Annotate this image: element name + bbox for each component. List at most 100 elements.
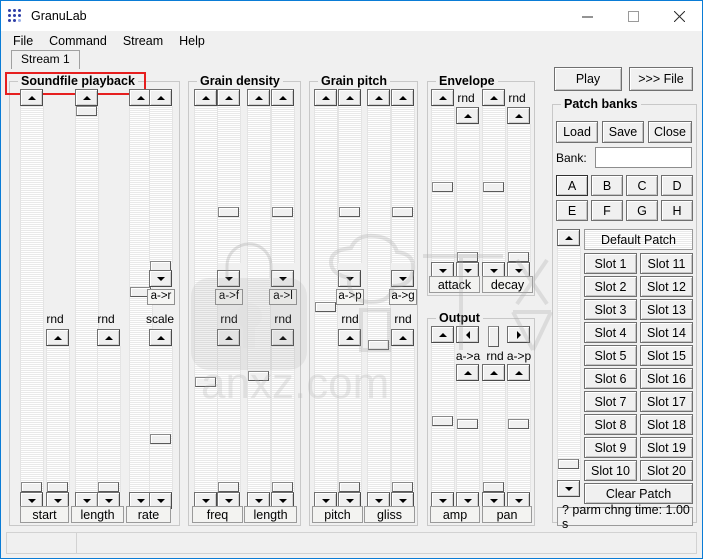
slider-pan-horizontal-thumb[interactable] <box>488 326 499 347</box>
slider-rate-scale-upper-track[interactable] <box>149 106 173 263</box>
bank-letter-b[interactable]: B <box>591 175 623 196</box>
bank-letter-e[interactable]: E <box>556 200 588 221</box>
slider-pitch-mod-upper-track[interactable] <box>338 106 362 263</box>
slider-freq-rnd-up-arrow[interactable] <box>217 329 240 346</box>
slider-amp-main-up-arrow[interactable] <box>431 326 454 343</box>
slider-gliss-mod-up-arrow[interactable] <box>391 89 414 106</box>
slider-freq-main-up-arrow[interactable] <box>194 89 217 106</box>
slider-glength-mod-upper[interactable] <box>271 89 295 287</box>
slider-pitch-mod-down-arrow[interactable] <box>338 270 361 287</box>
maximize-icon[interactable] <box>610 1 656 31</box>
slider-attack-main[interactable] <box>431 89 455 279</box>
slider-glength-main-track[interactable] <box>247 106 271 492</box>
slider-decay-main[interactable] <box>482 89 506 279</box>
slider-length-main-up-arrow[interactable] <box>75 89 98 106</box>
slider-length-main-track[interactable] <box>75 106 99 492</box>
slider-pitch-rnd-track[interactable] <box>338 346 362 492</box>
slot-button-15[interactable]: Slot 15 <box>640 345 693 366</box>
slider-decay-rnd-thumb[interactable] <box>508 252 529 262</box>
slot-button-16[interactable]: Slot 16 <box>640 368 693 389</box>
slider-freq-mod-upper-track[interactable] <box>217 106 241 263</box>
slider-gliss-mod-upper-thumb[interactable] <box>392 207 413 217</box>
slider-rate-scale-track[interactable] <box>149 346 173 492</box>
slot-button-14[interactable]: Slot 14 <box>640 322 693 343</box>
slider-amp-mod[interactable] <box>456 364 480 509</box>
slider-gliss-main-thumb[interactable] <box>368 340 389 350</box>
slider-freq-mod-up-arrow[interactable] <box>217 89 240 106</box>
slider-freq-mod-down-arrow[interactable] <box>217 270 240 287</box>
menu-help[interactable]: Help <box>171 32 213 50</box>
slider-start-main-up-arrow[interactable] <box>20 89 43 106</box>
slider-freq-mod-upper-thumb[interactable] <box>218 207 239 217</box>
slider-amp-main-thumb[interactable] <box>432 416 453 426</box>
slot-button-17[interactable]: Slot 17 <box>640 391 693 412</box>
bank-letter-h[interactable]: H <box>661 200 693 221</box>
menu-command[interactable]: Command <box>41 32 115 50</box>
slider-start-rnd-thumb[interactable] <box>47 482 68 492</box>
slider-attack-rnd[interactable] <box>456 107 480 279</box>
slot-button-1[interactable]: Slot 1 <box>584 253 637 274</box>
slider-rate-scale-upper[interactable] <box>149 89 173 287</box>
slider-start-rnd[interactable] <box>46 329 70 509</box>
slider-pan-rnd-track[interactable] <box>482 381 506 492</box>
slider-gliss-main-up-arrow[interactable] <box>367 89 390 106</box>
slot-button-9[interactable]: Slot 9 <box>584 437 637 458</box>
slider-gliss-main[interactable] <box>367 89 391 509</box>
slot-button-12[interactable]: Slot 12 <box>640 276 693 297</box>
slider-freq-rnd-track[interactable] <box>217 346 241 492</box>
slider-gliss-mod-down-arrow[interactable] <box>391 270 414 287</box>
slider-pan-rnd-up-arrow[interactable] <box>482 364 505 381</box>
slider-freq-main-thumb[interactable] <box>195 377 216 387</box>
patch-list-scroll-thumb[interactable] <box>558 459 579 469</box>
mapping-field-a-to-f[interactable]: a->f <box>215 289 243 305</box>
slider-glength-main[interactable] <box>247 89 271 509</box>
file-button[interactable]: >>> File <box>629 67 693 91</box>
close-button[interactable]: Close <box>648 121 692 143</box>
patch-list-scroll-up-arrow[interactable] <box>557 229 580 246</box>
slider-pan-rnd-thumb[interactable] <box>483 482 504 492</box>
slider-gliss-rnd[interactable] <box>391 329 415 509</box>
slider-freq-rnd[interactable] <box>217 329 241 509</box>
slider-pan-rnd[interactable] <box>482 364 506 509</box>
slider-pan-right-arrow[interactable] <box>507 326 530 343</box>
slider-gliss-rnd-up-arrow[interactable] <box>391 329 414 346</box>
slider-glength-rnd-thumb[interactable] <box>272 482 293 492</box>
slider-gliss-mod-upper[interactable] <box>391 89 415 287</box>
menu-file[interactable]: File <box>5 32 41 50</box>
bank-letter-c[interactable]: C <box>626 175 658 196</box>
slot-button-19[interactable]: Slot 19 <box>640 437 693 458</box>
slider-length-rnd-thumb[interactable] <box>98 482 119 492</box>
slider-rate-scale[interactable] <box>149 329 173 509</box>
slider-start-rnd-up-arrow[interactable] <box>46 329 69 346</box>
close-icon[interactable] <box>656 1 702 31</box>
slider-pan-mod-thumb[interactable] <box>508 419 529 429</box>
slider-attack-main-up-arrow[interactable] <box>431 89 454 106</box>
mapping-field-a-to-r[interactable]: a->r <box>147 289 175 305</box>
slider-glength-rnd[interactable] <box>271 329 295 509</box>
slider-length-rnd[interactable] <box>97 329 121 509</box>
slider-pan-mod-track[interactable] <box>507 381 531 492</box>
slider-amp-mod-thumb[interactable] <box>457 419 478 429</box>
slider-rate-scale-up-arrow[interactable] <box>149 89 172 106</box>
slider-gliss-main-track[interactable] <box>367 106 391 492</box>
slot-button-8[interactable]: Slot 8 <box>584 414 637 435</box>
slider-amp-mod-up-arrow[interactable] <box>456 364 479 381</box>
slider-length-rnd-track[interactable] <box>97 346 121 492</box>
slider-pan-mod[interactable] <box>507 364 531 509</box>
slider-decay-main-thumb[interactable] <box>483 182 504 192</box>
bank-letter-a[interactable]: A <box>556 175 588 196</box>
slider-glength-main-thumb[interactable] <box>248 371 269 381</box>
slot-button-4[interactable]: Slot 4 <box>584 322 637 343</box>
slider-decay-main-up-arrow[interactable] <box>482 89 505 106</box>
slider-glength-rnd-up-arrow[interactable] <box>271 329 294 346</box>
slider-gliss-rnd-track[interactable] <box>391 346 415 492</box>
slider-length-rnd-up-arrow[interactable] <box>97 329 120 346</box>
slider-glength-mod-upper-track[interactable] <box>271 106 295 263</box>
slot-button-7[interactable]: Slot 7 <box>584 391 637 412</box>
slot-button-10[interactable]: Slot 10 <box>584 460 637 481</box>
slot-button-6[interactable]: Slot 6 <box>584 368 637 389</box>
bank-input[interactable] <box>595 147 692 168</box>
play-button[interactable]: Play <box>554 67 622 91</box>
slider-length-main[interactable] <box>75 89 99 509</box>
slider-pitch-rnd-thumb[interactable] <box>339 482 360 492</box>
